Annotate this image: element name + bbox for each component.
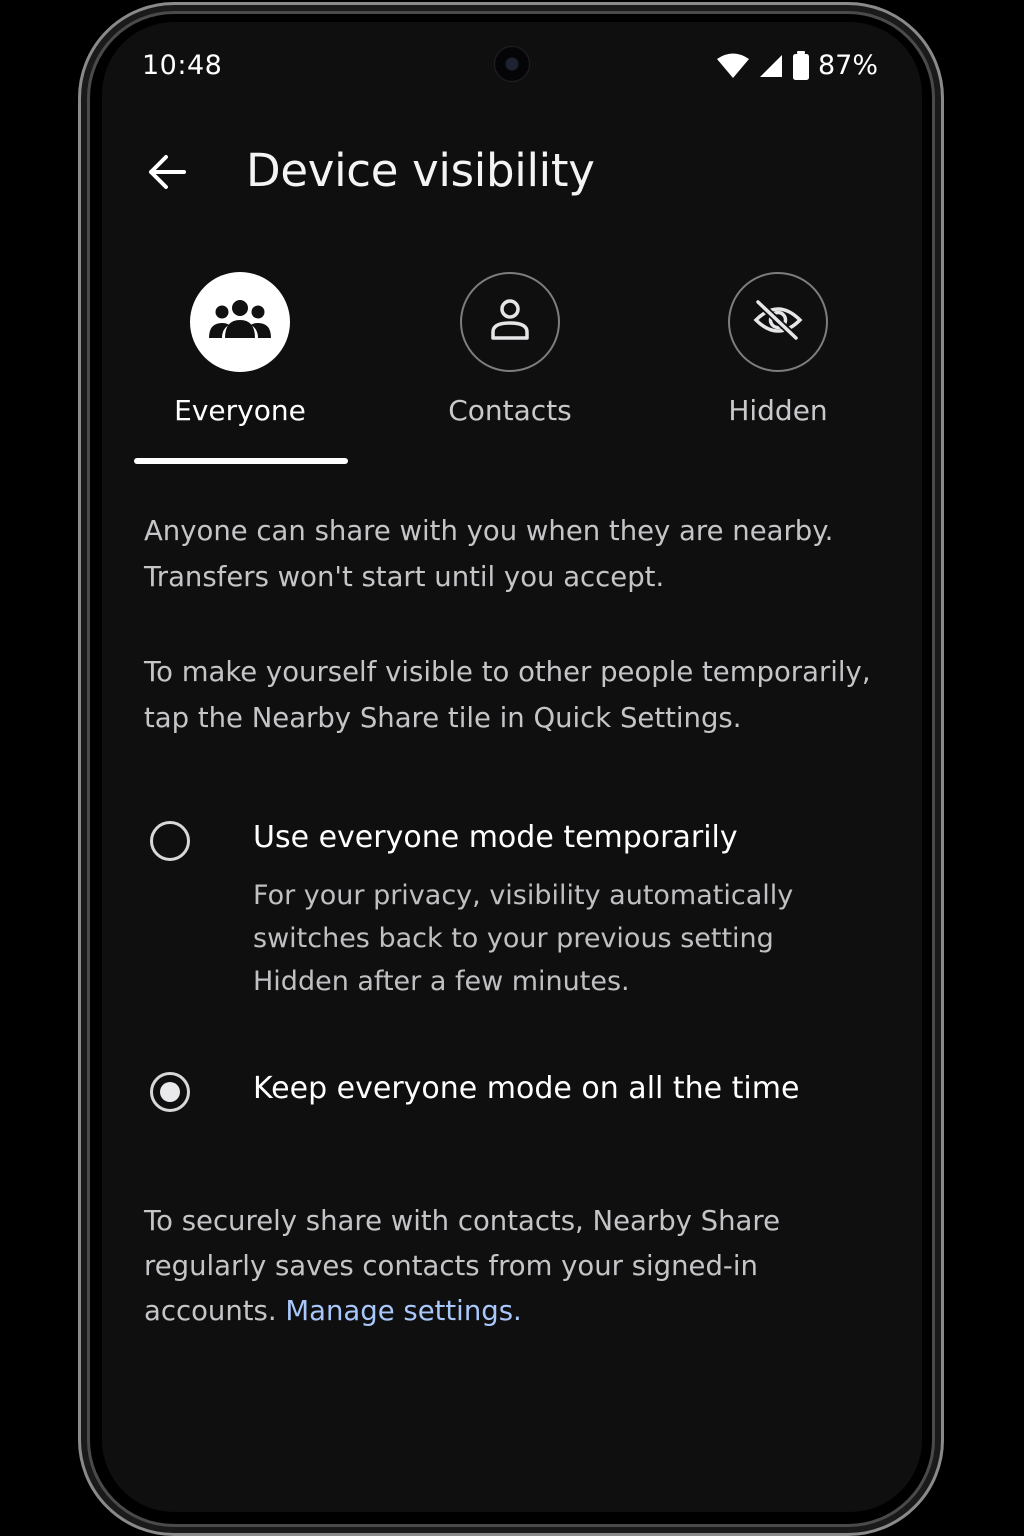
option-temporary-description: For your privacy, visibility automatical… [253, 880, 794, 997]
tab-contacts-label: Contacts [448, 394, 572, 427]
tab-indicator [134, 458, 348, 464]
status-icons: 87% [716, 50, 878, 81]
tab-everyone[interactable]: Everyone [130, 272, 350, 427]
battery-percent: 87% [817, 50, 878, 81]
screen: 10:48 87% Device visibility Everyone Con… [102, 22, 922, 1512]
tab-everyone-circle [190, 272, 290, 372]
person-icon [490, 298, 530, 346]
battery-icon [792, 50, 810, 81]
group-icon [207, 298, 273, 346]
manage-settings-link[interactable]: Manage settings. [285, 1295, 521, 1327]
radio-temporary[interactable] [150, 821, 190, 861]
contacts-footer: To securely share with contacts, Nearby … [144, 1199, 804, 1334]
front-camera [494, 46, 530, 82]
tab-everyone-label: Everyone [174, 394, 306, 427]
status-time: 10:48 [142, 50, 223, 81]
tab-hidden-circle [728, 272, 828, 372]
option-always[interactable]: Keep everyone mode on all the time [150, 1071, 870, 1115]
cell-signal-icon [758, 53, 784, 79]
option-always-title: Keep everyone mode on all the time [253, 1071, 800, 1106]
back-button[interactable] [140, 148, 192, 200]
quick-settings-hint: To make yourself visible to other people… [144, 656, 871, 734]
visibility-description: Anyone can share with you when they are … [144, 515, 834, 593]
visibility-off-icon [752, 298, 804, 346]
arrow-back-icon [146, 154, 186, 194]
wifi-icon [716, 53, 750, 79]
tab-contacts[interactable]: Contacts [400, 272, 620, 427]
option-temporary[interactable]: Use everyone mode temporarily For your p… [150, 820, 870, 1010]
option-temporary-title: Use everyone mode temporarily [253, 820, 738, 855]
radio-always[interactable] [150, 1072, 190, 1112]
tab-hidden[interactable]: Hidden [668, 272, 888, 427]
tab-contacts-circle [460, 272, 560, 372]
page-title: Device visibility [246, 144, 595, 197]
tab-hidden-label: Hidden [728, 394, 828, 427]
